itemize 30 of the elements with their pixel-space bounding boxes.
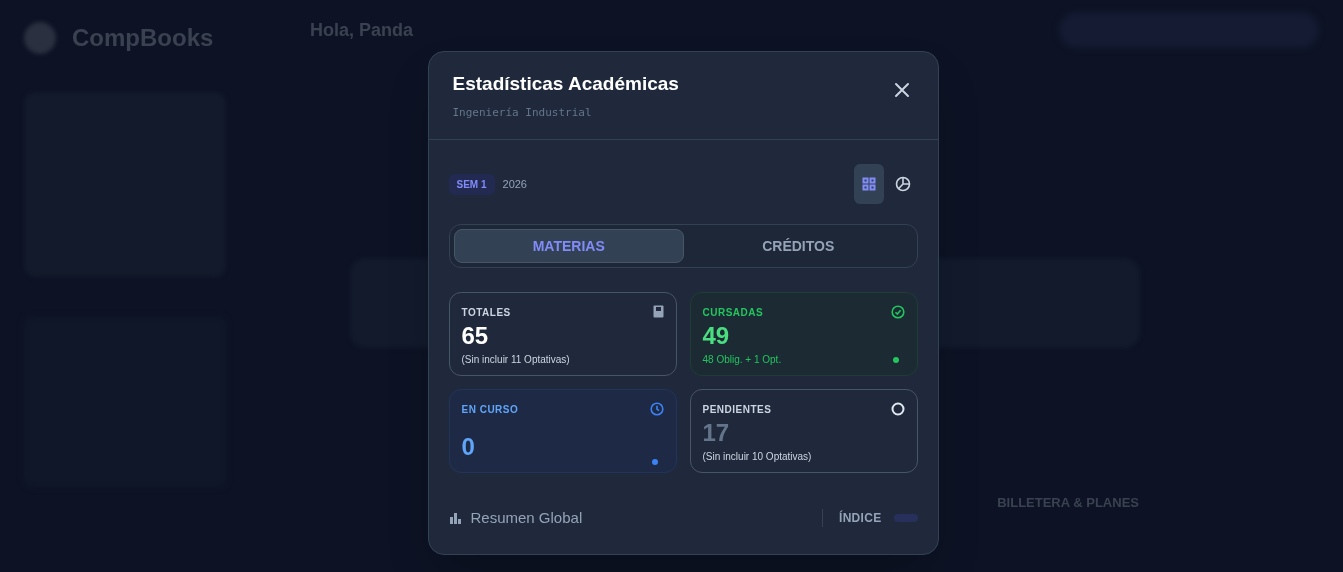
logo-icon (24, 22, 56, 54)
stat-note: (Sin incluir 11 Optativas) (461, 353, 570, 367)
bar-chart-icon (448, 511, 463, 526)
index-label: ÍNDICE (839, 509, 882, 528)
book-icon (652, 305, 664, 318)
stat-label: EN CURSO (461, 403, 519, 417)
stat-value: 49 (702, 324, 731, 348)
pie-chart-icon (894, 176, 911, 192)
dialog-title: Estadísticas Académicas (452, 72, 679, 96)
check-circle-icon (890, 305, 905, 319)
stat-note: (Sin incluir 10 Optativas) (702, 450, 812, 464)
stat-label: PENDIENTES (702, 403, 772, 417)
tab[interactable]: CRÉDITOS (684, 229, 913, 263)
clock-icon (649, 402, 664, 416)
grid-icon (861, 177, 876, 191)
stat-note: 48 Oblig. + 1 Opt. (702, 353, 782, 367)
semester-badge: SEM 1 (448, 173, 495, 195)
index-placeholder-bar (893, 514, 918, 523)
close-icon (892, 81, 911, 99)
stat-value: 0 (461, 435, 476, 459)
summary-label: Resumen Global (470, 508, 583, 528)
stat-label: TOTALES (461, 306, 511, 320)
circle-icon (890, 402, 905, 416)
stat-value: 17 (702, 421, 731, 445)
stat-label: CURSADAS (702, 306, 764, 320)
stat-value: 65 (461, 324, 490, 348)
tab[interactable]: MATERIAS (453, 229, 684, 263)
year-label: 2026 (502, 176, 527, 192)
dialog-subtitle: Ingeniería Industrial (452, 104, 593, 121)
grid-view-button[interactable] (853, 164, 884, 204)
